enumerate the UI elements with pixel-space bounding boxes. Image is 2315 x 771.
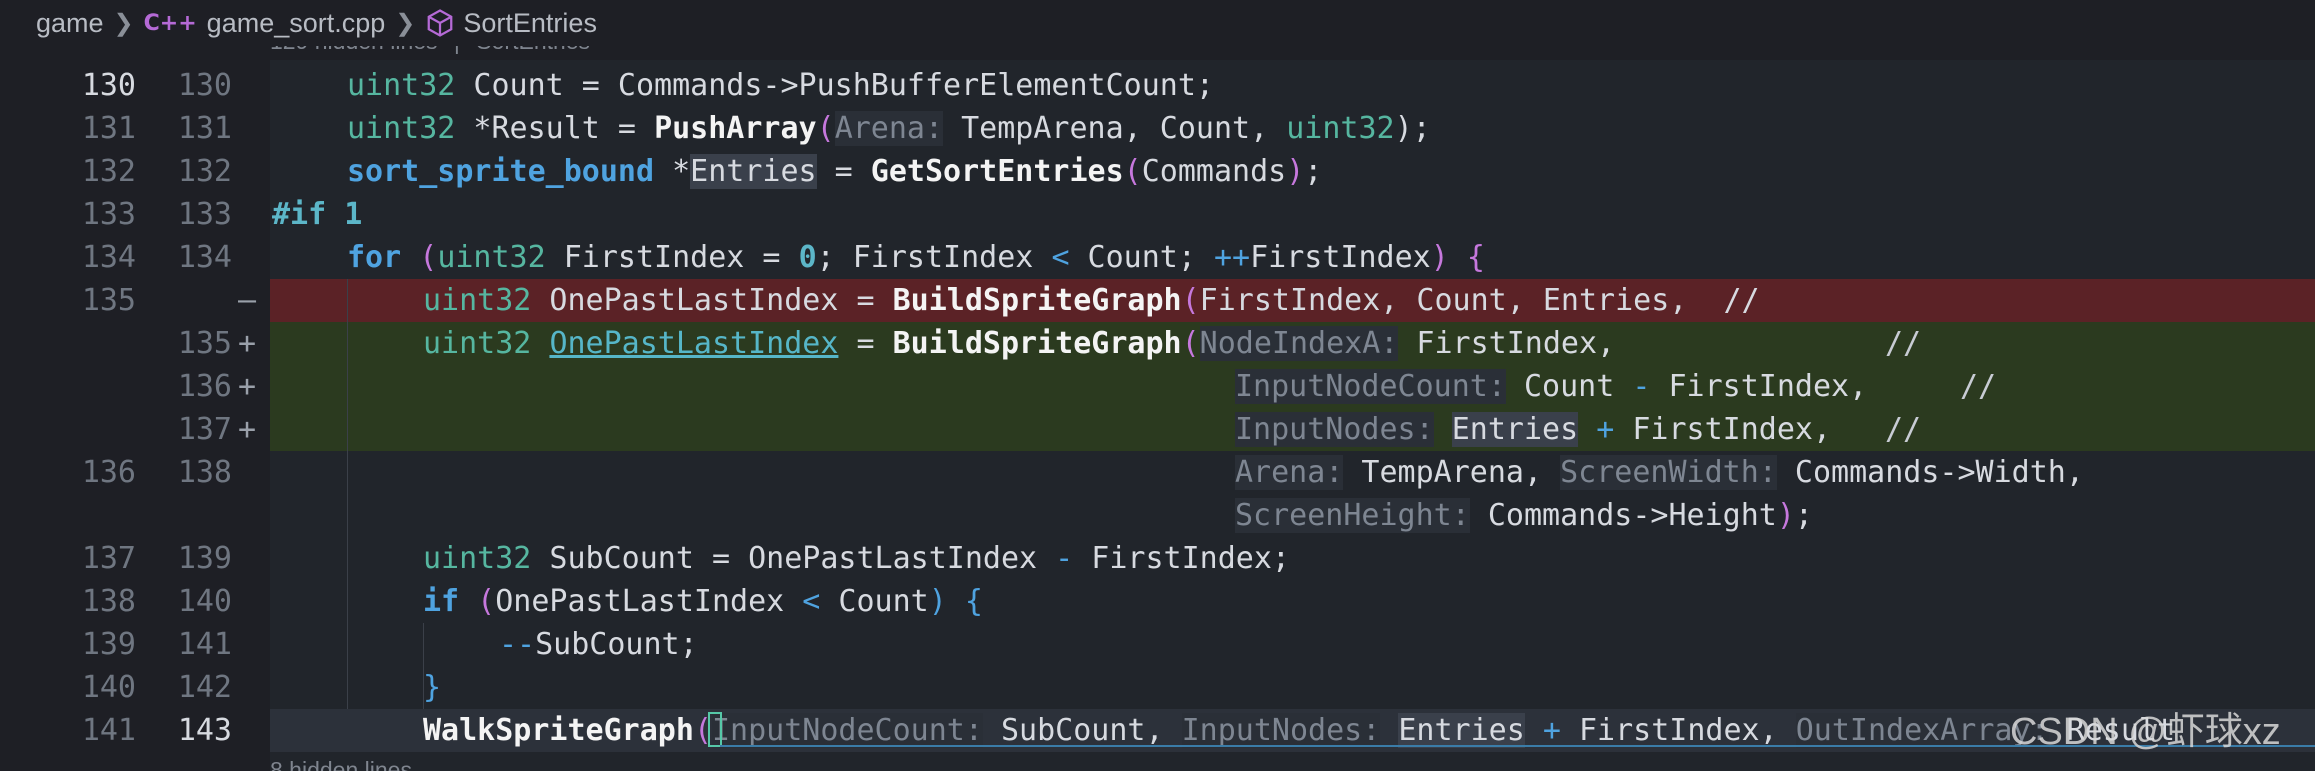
breadcrumb: game ❯ C++ game_sort.cpp ❯ SortEntries <box>0 0 2315 46</box>
code-line[interactable]: 138 140 if (OnePastLastIndex < Count) { <box>0 580 2315 623</box>
code-line-added[interactable]: 136 + InputNodeCount: Count - FirstIndex… <box>0 365 2315 408</box>
diff-added-marker: + <box>237 412 257 447</box>
hidden-lines-bottom[interactable]: 8 hidden lines <box>80 757 2315 771</box>
code-line[interactable]: 131 131 uint32 *Result = PushArray(Arena… <box>0 107 2315 150</box>
code-line-removed[interactable]: 135 — uint32 OnePastLastIndex = BuildSpr… <box>0 279 2315 322</box>
code-line[interactable]: 137 139 uint32 SubCount = OnePastLastInd… <box>0 537 2315 580</box>
breadcrumb-file[interactable]: game_sort.cpp <box>207 8 386 39</box>
diff-added-marker: + <box>237 369 257 404</box>
cpp-file-icon: C++ <box>143 10 197 36</box>
inlay-hint: ScreenWidth: <box>1560 455 1777 490</box>
inlay-hint: Arena: <box>834 111 944 146</box>
code-line[interactable]: 132 132 sort_sprite_bound *Entries = Get… <box>0 150 2315 193</box>
code-line[interactable]: 136 138 Arena: TempArena, ScreenWidth: C… <box>0 451 2315 494</box>
chevron-right-icon: ❯ <box>395 9 416 37</box>
diff-added-marker: + <box>237 326 257 361</box>
code-line[interactable]: 134 134 for (uint32 FirstIndex = 0; Firs… <box>0 236 2315 279</box>
code-line-added[interactable]: 137 + InputNodes: Entries + FirstIndex, … <box>0 408 2315 451</box>
code-line[interactable]: ScreenHeight: Commands->Height); <box>0 494 2315 537</box>
watermark: CSDN @虾球xz <box>2010 711 2281 753</box>
inlay-hint: ScreenHeight: <box>1235 498 1470 533</box>
inlay-hint: InputNodeCount: <box>1235 369 1506 404</box>
code-line-added[interactable]: 135 + uint32 OnePastLastIndex = BuildSpr… <box>0 322 2315 365</box>
inlay-hint: Arena: <box>1235 455 1344 490</box>
code-line[interactable]: 133 133 #if 1 <box>0 193 2315 236</box>
cube-icon <box>428 9 453 37</box>
breadcrumb-symbol[interactable]: SortEntries <box>463 8 597 39</box>
code-line[interactable]: 130 130 uint32 Count = Commands->PushBuf… <box>0 64 2315 107</box>
code-line[interactable]: 139 141 --SubCount; <box>0 623 2315 666</box>
breadcrumb-folder[interactable]: game <box>36 8 104 39</box>
chevron-right-icon: ❯ <box>113 9 134 37</box>
inlay-hint: InputNodes: <box>1181 713 1381 748</box>
symbol-link: OnePastLastIndex <box>549 326 839 361</box>
diff-removed-marker: — <box>237 283 257 318</box>
code-line[interactable]: 140 142 } <box>0 666 2315 709</box>
inlay-hint: InputNodeCount: <box>712 713 983 748</box>
bracket-match-highlight <box>708 712 722 747</box>
inlay-hint: NodeIndexA: <box>1199 326 1399 361</box>
hidden-lines-count: 8 hidden lines <box>270 757 412 771</box>
inlay-hint: InputNodes: <box>1235 412 1434 447</box>
